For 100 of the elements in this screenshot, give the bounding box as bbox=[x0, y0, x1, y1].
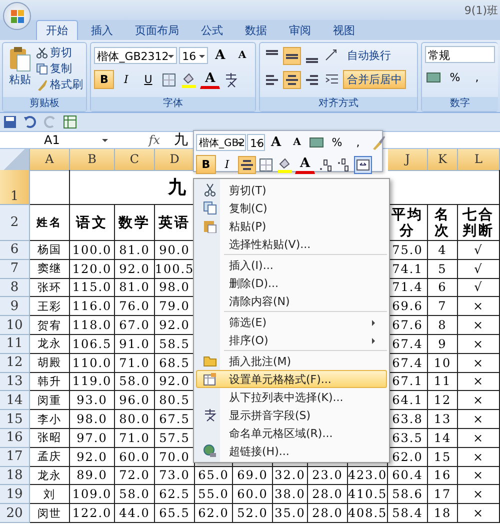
column-header[interactable]: L bbox=[458, 149, 500, 171]
font-style-button[interactable]: I bbox=[116, 70, 136, 89]
font-size-dropdown[interactable]: 16 bbox=[179, 47, 208, 64]
menu-item[interactable]: 显示拼音字段(S) bbox=[196, 406, 387, 424]
ribbon-tab[interactable]: 公式 bbox=[192, 21, 232, 40]
borders-icon[interactable] bbox=[160, 70, 178, 88]
table-cell: 63.8 bbox=[392, 412, 423, 426]
ribbon-tab[interactable]: 开始 bbox=[36, 20, 78, 40]
horizontal-align-icon[interactable] bbox=[283, 70, 302, 88]
menu-item[interactable]: 清除内容(N) bbox=[196, 292, 387, 310]
menu-item[interactable]: 剪切(T) bbox=[196, 181, 387, 199]
column-header[interactable]: K bbox=[428, 149, 458, 171]
column-header[interactable]: B bbox=[70, 149, 115, 171]
paste-button[interactable]: 粘贴 bbox=[6, 46, 34, 94]
row-header[interactable]: 8 bbox=[0, 278, 30, 298]
row-header[interactable]: 7 bbox=[0, 260, 30, 279]
row-header[interactable]: 18 bbox=[0, 466, 30, 486]
ribbon-tab[interactable]: 审阅 bbox=[280, 21, 320, 40]
row-header[interactable]: 2 bbox=[0, 205, 30, 241]
table-cell: 100.5 bbox=[155, 262, 194, 276]
grow-font-button[interactable]: A bbox=[266, 133, 286, 152]
ribbon-tab[interactable]: 数据 bbox=[236, 21, 276, 40]
menu-item[interactable]: 从下拉列表中选择(K)... bbox=[196, 388, 387, 406]
row-header[interactable]: 19 bbox=[0, 485, 30, 504]
font-color-button[interactable]: A bbox=[295, 155, 315, 174]
font-name-dropdown[interactable]: 楷体_GB2312 bbox=[94, 47, 178, 64]
column-header[interactable]: A bbox=[30, 149, 70, 171]
row-header[interactable]: 6 bbox=[0, 241, 30, 260]
column-header[interactable]: C bbox=[115, 149, 155, 171]
ribbon-tab[interactable]: 视图 bbox=[324, 21, 364, 40]
office-logo-button[interactable] bbox=[3, 2, 31, 30]
center-align-icon[interactable] bbox=[238, 156, 256, 174]
row-header[interactable]: 15 bbox=[0, 410, 30, 429]
menu-item[interactable]: 粘贴(P) bbox=[196, 217, 387, 235]
column-header[interactable]: J bbox=[388, 149, 428, 171]
menu-item[interactable]: 插入(I)... bbox=[196, 256, 387, 274]
name-box[interactable]: A1 bbox=[0, 132, 110, 148]
percent-button[interactable]: % bbox=[445, 68, 465, 87]
table-cell: × bbox=[472, 336, 484, 351]
shrink-font-button[interactable]: A bbox=[286, 133, 307, 152]
font-style-button[interactable]: B bbox=[94, 70, 114, 89]
fill-color-icon[interactable] bbox=[276, 156, 294, 174]
table-cell: 119.0 bbox=[72, 374, 112, 388]
clipboard-command[interactable]: 剪切 bbox=[36, 46, 83, 60]
row-header[interactable]: 16 bbox=[0, 428, 30, 448]
column-heading: 姓名 bbox=[36, 214, 62, 230]
row-header[interactable]: 17 bbox=[0, 448, 30, 467]
column-heading: 名次 bbox=[433, 206, 452, 238]
table-cell: 16 bbox=[434, 468, 452, 482]
fill-color-icon[interactable] bbox=[180, 70, 198, 88]
row-header[interactable]: 14 bbox=[0, 391, 30, 410]
font-name-dropdown[interactable]: 楷体_GB2 bbox=[196, 134, 246, 151]
row-header[interactable]: 9 bbox=[0, 297, 30, 316]
merge-cells-icon[interactable] bbox=[354, 156, 372, 174]
merge-center-button[interactable]: 合并后居中 bbox=[343, 70, 406, 89]
menu-item[interactable]: 设置单元格格式(F)... bbox=[196, 370, 387, 388]
percent-button[interactable]: % bbox=[326, 133, 347, 152]
menu-item[interactable]: 命名单元格区域(R)... bbox=[196, 424, 387, 442]
bold-button[interactable]: B bbox=[196, 155, 216, 174]
menu-item[interactable]: 超链接(H)... bbox=[196, 442, 387, 460]
clipboard-command[interactable]: 格式刷 bbox=[36, 78, 83, 92]
function-button[interactable]: fx bbox=[110, 133, 168, 147]
font-color-button[interactable]: A bbox=[200, 70, 220, 89]
font-style-button[interactable]: U bbox=[138, 70, 158, 89]
shrink-font-button[interactable]: A bbox=[232, 46, 252, 65]
comma-button[interactable]: , bbox=[467, 68, 487, 87]
row-header[interactable]: 1 bbox=[0, 170, 30, 205]
row-header[interactable]: 20 bbox=[0, 504, 30, 523]
grow-font-button[interactable]: A bbox=[210, 46, 230, 65]
number-format-dropdown[interactable]: 常规 bbox=[425, 46, 495, 63]
table-cell: 96.0 bbox=[119, 393, 150, 408]
row-header[interactable]: 11 bbox=[0, 334, 30, 354]
table-cell: 62.0 bbox=[392, 450, 423, 464]
sheet-icon[interactable] bbox=[63, 115, 77, 129]
table-cell: 58.0 bbox=[119, 374, 150, 388]
ribbon-tab[interactable]: 插入 bbox=[82, 21, 122, 40]
table-cell: 35.0 bbox=[274, 506, 306, 520]
menu-item[interactable]: 插入批注(M) bbox=[196, 352, 387, 370]
table-cell: 67.4 bbox=[392, 356, 423, 370]
ribbon-tab[interactable]: 页面布局 bbox=[126, 21, 188, 40]
menu-item[interactable]: 删除(D)... bbox=[196, 274, 387, 292]
menu-item[interactable]: 排序(O) bbox=[196, 331, 387, 349]
menu-item[interactable]: 选择性粘贴(V)... bbox=[196, 235, 387, 253]
row-header[interactable]: 12 bbox=[0, 354, 30, 373]
table-cell: 龙永 bbox=[38, 468, 62, 483]
table-cell: 55.0 bbox=[198, 487, 229, 502]
menu-item[interactable]: 筛选(E) bbox=[196, 313, 387, 331]
comma-button[interactable]: , bbox=[348, 133, 368, 152]
column-header[interactable]: D bbox=[155, 149, 195, 171]
scissors-icon bbox=[203, 183, 217, 197]
row-header[interactable]: 10 bbox=[0, 316, 30, 335]
table-cell: 120.0 bbox=[72, 262, 112, 276]
undo-icon[interactable] bbox=[23, 115, 37, 129]
wrap-text-button[interactable]: 自动换行 bbox=[343, 46, 396, 65]
table-cell: 62.0 bbox=[198, 506, 229, 520]
borders-icon[interactable] bbox=[257, 156, 275, 174]
clipboard-command[interactable]: 复制 bbox=[36, 62, 83, 76]
row-header[interactable]: 13 bbox=[0, 372, 30, 392]
vertical-align-icon[interactable] bbox=[283, 46, 302, 64]
save-icon[interactable] bbox=[3, 115, 17, 129]
